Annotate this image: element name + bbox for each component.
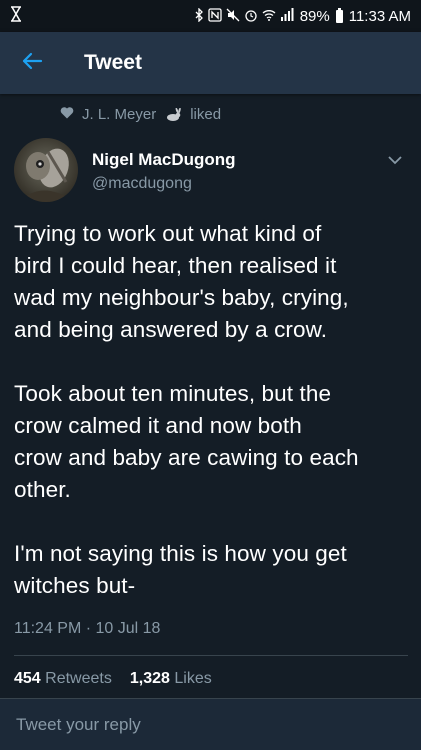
divider <box>14 655 408 656</box>
notification-icon <box>10 6 22 26</box>
likes-stat[interactable]: 1,328 Likes <box>130 670 212 688</box>
display-name[interactable]: Nigel MacDugong <box>92 150 236 170</box>
battery-percent: 89% <box>299 7 330 25</box>
retweets-label: Retweets <box>45 670 112 687</box>
tweet-timestamp: 11:24 PM · 10 Jul 18 <box>14 620 161 637</box>
reply-bar <box>0 698 421 750</box>
tweet-text: Trying to work out what kind of bird I c… <box>14 221 359 598</box>
signal-icon <box>280 8 294 24</box>
rabbit-icon <box>164 107 182 122</box>
retweets-stat[interactable]: 454 Retweets <box>14 670 112 688</box>
status-right: 89% 11:33 AM <box>195 6 411 25</box>
author-names: Nigel MacDugong @macdugong <box>92 150 236 193</box>
liker-name[interactable]: J. L. Meyer <box>82 106 156 123</box>
status-bar: 89% 11:33 AM <box>0 0 421 32</box>
likes-label: Likes <box>174 670 212 687</box>
back-button[interactable] <box>0 32 64 94</box>
social-context: J. L. Meyer liked <box>60 106 221 123</box>
bluetooth-icon <box>195 6 204 25</box>
page-title: Tweet <box>84 51 142 74</box>
clock: 11:33 AM <box>348 7 411 25</box>
chevron-down-icon[interactable] <box>388 152 402 170</box>
avatar[interactable] <box>14 138 78 202</box>
arrow-left-icon <box>21 50 43 77</box>
mute-icon <box>226 8 240 25</box>
status-icons <box>195 6 294 25</box>
likes-count: 1,328 <box>129 670 170 687</box>
nfc-icon <box>208 7 222 25</box>
reply-input[interactable] <box>14 713 398 736</box>
retweets-count: 454 <box>14 670 41 687</box>
battery-icon <box>335 7 343 23</box>
tweet-author: Nigel MacDugong @macdugong <box>14 138 408 208</box>
alarm-icon <box>244 8 258 25</box>
social-action: liked <box>190 106 222 123</box>
heart-icon <box>60 106 74 123</box>
wifi-icon <box>262 9 276 24</box>
status-left <box>10 6 22 26</box>
app-bar: Tweet <box>0 32 421 94</box>
tweet-stats: 454 Retweets 1,328 Likes <box>14 670 212 688</box>
handle[interactable]: @macdugong <box>92 175 236 193</box>
